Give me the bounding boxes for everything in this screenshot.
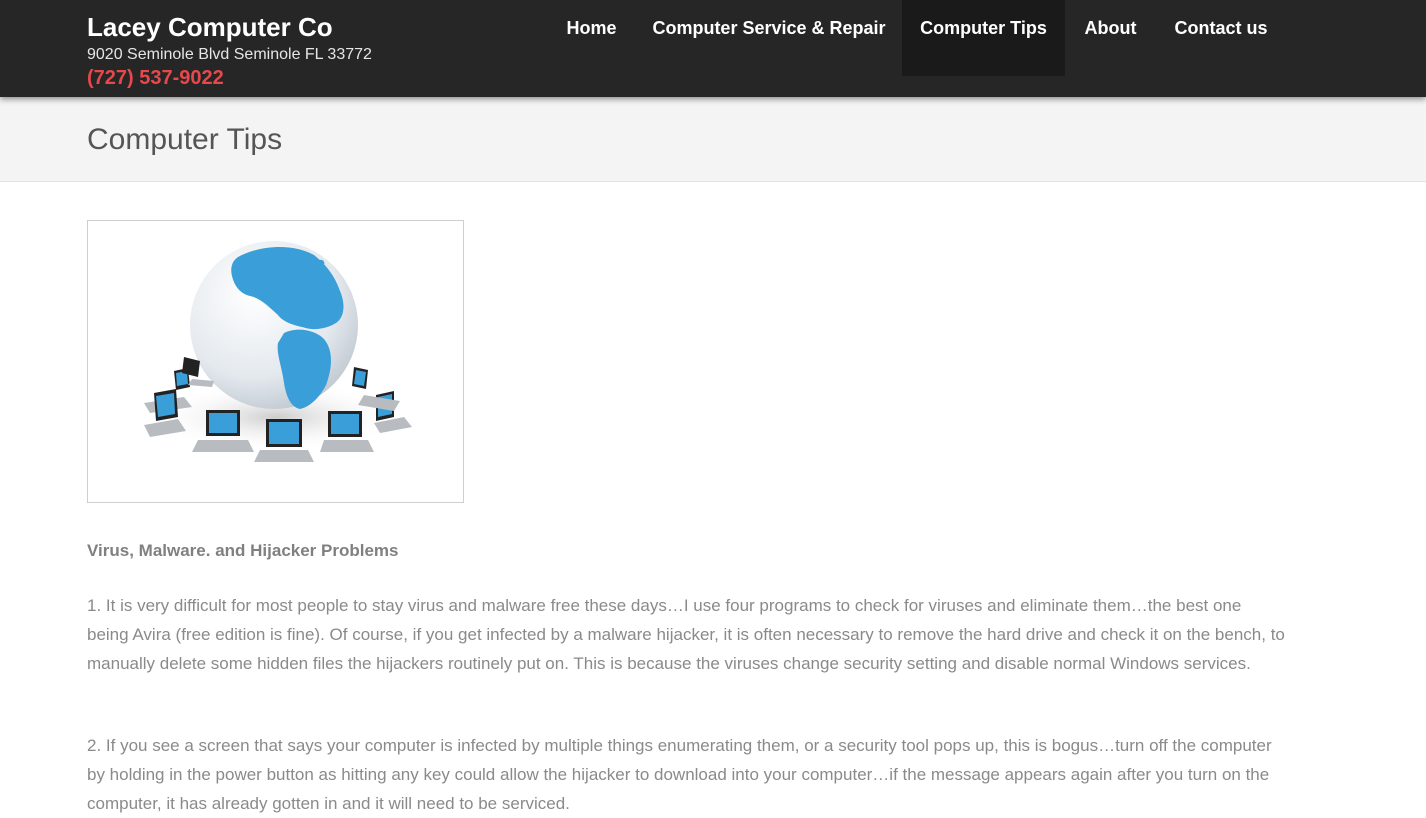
laptop-icon [374, 391, 412, 433]
globe-network-illustration [144, 241, 412, 462]
page-title: Computer Tips [87, 123, 283, 156]
article-paragraph: 1. It is very difficult for most people … [87, 596, 1285, 673]
nav-contact-us[interactable]: Contact us [1156, 0, 1286, 76]
globe-icon [190, 241, 358, 409]
globe-network-image [87, 220, 464, 503]
section-heading: Virus, Malware. and Hijacker Problems [87, 541, 399, 560]
site-header: Lacey Computer Co 9020 Seminole Blvd Sem… [0, 0, 1426, 97]
article-paragraph: 2. If you see a screen that says your co… [87, 736, 1272, 813]
site-phone[interactable]: (727) 537-9022 [87, 66, 372, 90]
nav-home[interactable]: Home [547, 0, 636, 76]
brand-block: Lacey Computer Co 9020 Seminole Blvd Sem… [87, 12, 372, 90]
site-title[interactable]: Lacey Computer Co [87, 12, 372, 42]
nav-about[interactable]: About [1065, 0, 1156, 76]
site-address: 9020 Seminole Blvd Seminole FL 33772 [87, 46, 372, 63]
laptop-icon [352, 367, 400, 411]
nav-computer-service-repair[interactable]: Computer Service & Repair [636, 0, 902, 76]
nav-computer-tips[interactable]: Computer Tips [902, 0, 1065, 76]
